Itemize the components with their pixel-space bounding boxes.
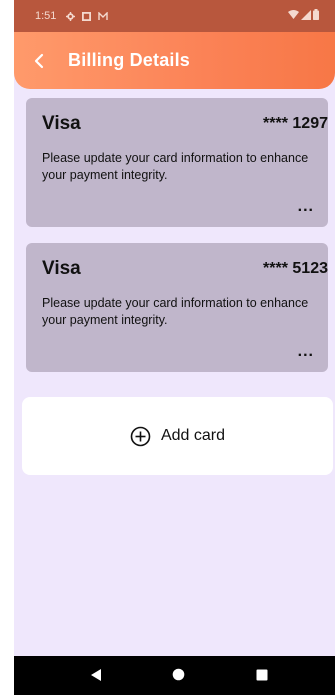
system-icons <box>288 9 319 20</box>
system-nav-bar <box>14 656 335 695</box>
square-icon <box>82 11 92 21</box>
status-bar: 1:51 <box>14 0 335 32</box>
mail-icon <box>98 11 109 20</box>
card-message: Please update your card information to e… <box>42 151 309 182</box>
more-options-button[interactable]: ... <box>298 343 314 361</box>
card-number: **** 5123 <box>263 260 328 277</box>
recents-square-icon[interactable] <box>256 669 268 681</box>
signal-icon <box>301 9 311 20</box>
home-circle-icon[interactable] <box>172 668 185 681</box>
add-card-label: Add card <box>160 427 226 444</box>
app-header: Billing Details <box>14 32 335 89</box>
card-message: Please update your card information to e… <box>42 296 309 327</box>
settings-icon <box>66 11 76 21</box>
payment-card[interactable]: Visa **** 5123 Please update your card i… <box>26 243 328 372</box>
phone-screen: 1:51 Billing Details Visa **** 1297 Plea… <box>14 0 335 695</box>
chevron-left-icon[interactable] <box>34 50 50 72</box>
card-number: **** 1297 <box>263 115 328 132</box>
back-triangle-icon[interactable] <box>90 668 102 682</box>
card-brand: Visa <box>42 258 81 279</box>
status-time: 1:51 <box>35 10 57 22</box>
add-card-button[interactable]: Add card <box>22 397 333 475</box>
more-options-button[interactable]: ... <box>298 198 314 216</box>
plus-circle-icon <box>130 426 151 446</box>
notification-icons <box>66 11 109 21</box>
page-title: Billing Details <box>68 50 191 70</box>
card-brand: Visa <box>42 113 81 134</box>
battery-icon <box>313 9 319 20</box>
wifi-icon <box>288 10 299 19</box>
payment-card[interactable]: Visa **** 1297 Please update your card i… <box>26 98 328 227</box>
